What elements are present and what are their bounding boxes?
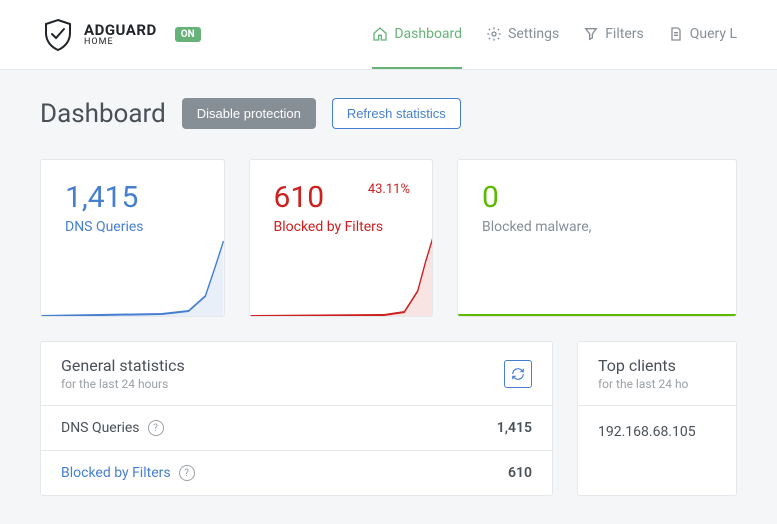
status-badge: ON — [175, 27, 201, 42]
table-row: Blocked by Filters ? 610 — [41, 451, 552, 495]
funnel-icon — [583, 26, 599, 42]
top-clients-sub: for the last 24 ho — [598, 377, 688, 391]
nav-dashboard-label: Dashboard — [394, 26, 462, 42]
row-value-dns: 1,415 — [497, 420, 532, 436]
logo-text: ADGUARD HOME — [84, 23, 157, 47]
general-stats-title: General statistics — [61, 356, 185, 375]
page-header: Dashboard Disable protection Refresh sta… — [40, 98, 737, 129]
container: Dashboard Disable protection Refresh sta… — [0, 70, 777, 524]
row-value-blocked: 610 — [508, 465, 532, 481]
logo[interactable]: ADGUARD HOME ON — [40, 17, 201, 53]
blocked-label: Blocked by Filters — [274, 219, 409, 235]
refresh-statistics-button[interactable]: Refresh statistics — [332, 98, 461, 129]
nav-dashboard[interactable]: Dashboard — [372, 0, 462, 69]
dns-queries-value: 1,415 — [65, 180, 200, 215]
logo-main: ADGUARD — [84, 23, 157, 38]
malware-sparkline — [458, 236, 736, 316]
disable-protection-button[interactable]: Disable protection — [182, 98, 316, 129]
adguard-shield-icon — [40, 17, 76, 53]
blocked-filters-card[interactable]: 43.11% 610 Blocked by Filters — [249, 159, 434, 317]
client-row[interactable]: 192.168.68.105 — [578, 406, 736, 458]
help-icon[interactable]: ? — [179, 465, 195, 481]
general-stats-sub: for the last 24 hours — [61, 377, 185, 391]
dns-queries-label: DNS Queries — [65, 219, 200, 235]
nav-settings-label: Settings — [508, 26, 559, 42]
general-stats-header: General statistics for the last 24 hours — [41, 342, 552, 406]
nav-filters-label: Filters — [605, 26, 644, 42]
panels-row: General statistics for the last 24 hours… — [40, 341, 737, 496]
header: ADGUARD HOME ON Dashboard Settings Filte… — [0, 0, 777, 70]
dns-sparkline — [41, 236, 224, 316]
table-row: DNS Queries ? 1,415 — [41, 406, 552, 451]
page-title: Dashboard — [40, 99, 166, 129]
logo-sub: HOME — [84, 38, 157, 47]
refresh-icon — [511, 367, 525, 381]
row-label-blocked[interactable]: Blocked by Filters — [61, 465, 171, 481]
general-statistics-panel: General statistics for the last 24 hours… — [40, 341, 553, 496]
top-clients-header: Top clients for the last 24 ho — [578, 342, 736, 406]
blocked-pct: 43.11% — [368, 182, 410, 197]
home-icon — [372, 26, 388, 42]
nav-querylog-label: Query L — [690, 26, 737, 42]
refresh-icon-button[interactable] — [504, 360, 532, 388]
main-nav: Dashboard Settings Filters Query L — [372, 0, 737, 69]
client-ip: 192.168.68.105 — [598, 424, 696, 440]
row-label-dns: DNS Queries — [61, 420, 140, 436]
nav-filters[interactable]: Filters — [583, 0, 644, 69]
nav-querylog[interactable]: Query L — [668, 0, 737, 69]
blocked-malware-card[interactable]: 0 Blocked malware, — [457, 159, 737, 317]
gear-icon — [486, 26, 502, 42]
malware-value: 0 — [482, 180, 712, 215]
nav-settings[interactable]: Settings — [486, 0, 559, 69]
dns-queries-card[interactable]: 1,415 DNS Queries — [40, 159, 225, 317]
help-icon[interactable]: ? — [148, 420, 164, 436]
top-clients-panel: Top clients for the last 24 ho 192.168.6… — [577, 341, 737, 496]
top-clients-title: Top clients — [598, 356, 688, 375]
document-icon — [668, 26, 684, 42]
blocked-sparkline — [250, 236, 433, 316]
stat-cards-row: 1,415 DNS Queries 43.11% 610 Blocked by … — [40, 159, 737, 317]
malware-label: Blocked malware, — [482, 219, 712, 235]
